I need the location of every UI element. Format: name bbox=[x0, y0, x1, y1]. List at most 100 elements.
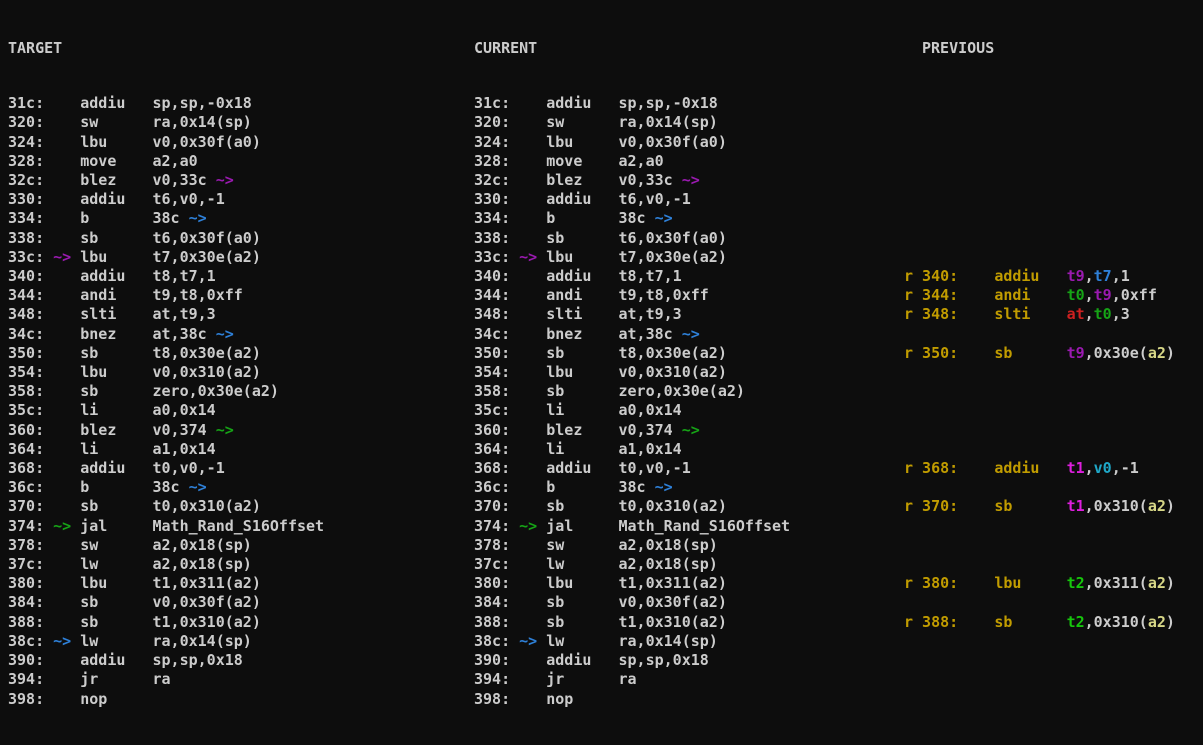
asm-line: 370: sb t0,0x310(a2) bbox=[474, 497, 790, 516]
previous-diff-line bbox=[904, 248, 1175, 267]
spacer bbox=[53, 401, 80, 419]
previous-diff-line bbox=[904, 325, 1175, 344]
address: 368: bbox=[8, 459, 53, 477]
operand-register: a2 bbox=[1148, 497, 1166, 515]
operand-register: t2 bbox=[1067, 613, 1085, 631]
mnemonic: addiu bbox=[80, 190, 152, 208]
asm-line: 388: sb t1,0x310(a2) bbox=[474, 613, 790, 632]
previous-diff-line bbox=[904, 401, 1175, 420]
address: 330: bbox=[8, 190, 53, 208]
address: 388: bbox=[8, 613, 53, 631]
branch-arrow-icon: ~> bbox=[53, 248, 71, 266]
mnemonic: b bbox=[546, 478, 618, 496]
operand: a0,0x14 bbox=[153, 401, 216, 419]
spacer bbox=[519, 229, 546, 247]
address: 370: bbox=[474, 497, 519, 515]
operand: v0,0x30f(a0) bbox=[153, 133, 261, 151]
asm-line: 38c: ~> lw ra,0x14(sp) bbox=[474, 632, 790, 651]
asm-line: 340: addiu t8,t7,1 bbox=[474, 267, 790, 286]
address: 384: bbox=[474, 593, 519, 611]
spacer bbox=[519, 344, 546, 362]
address: 370: bbox=[8, 497, 53, 515]
address: 368: bbox=[474, 459, 519, 477]
spacer bbox=[71, 632, 80, 650]
asm-line: 358: sb zero,0x30e(a2) bbox=[8, 382, 324, 401]
mnemonic: bnez bbox=[80, 325, 152, 343]
mnemonic: sw bbox=[546, 536, 618, 554]
spacer bbox=[53, 613, 80, 631]
asm-line: 364: li a1,0x14 bbox=[474, 440, 790, 459]
operand-register: a2 bbox=[1148, 344, 1166, 362]
previous-diff-line bbox=[904, 229, 1175, 248]
operand: a0,0x14 bbox=[619, 401, 682, 419]
mnemonic: nop bbox=[80, 690, 152, 708]
asm-line: 384: sb v0,0x30f(a2) bbox=[8, 593, 324, 612]
asm-line: 330: addiu t6,v0,-1 bbox=[8, 190, 324, 209]
mnemonic: nop bbox=[546, 690, 618, 708]
operand: at,38c bbox=[153, 325, 216, 343]
spacer bbox=[53, 459, 80, 477]
asm-line: 33c: ~> lbu t7,0x30e(a2) bbox=[8, 248, 324, 267]
mnemonic: lbu bbox=[546, 574, 618, 592]
operand-register: t9 bbox=[1094, 286, 1112, 304]
mnemonic: lw bbox=[80, 632, 152, 650]
operand: ,3 bbox=[1112, 305, 1130, 323]
asm-line: 350: sb t8,0x30e(a2) bbox=[8, 344, 324, 363]
previous-diff-line bbox=[904, 517, 1175, 536]
previous-diff-line bbox=[904, 478, 1175, 497]
address: 33c: bbox=[8, 248, 53, 266]
mnemonic: slti bbox=[994, 305, 1066, 323]
address: 380: bbox=[8, 574, 53, 592]
previous-diff-line bbox=[904, 670, 1175, 689]
mnemonic: sb bbox=[546, 344, 618, 362]
operand-register: t0 bbox=[1067, 286, 1085, 304]
asm-line: 36c: b 38c ~> bbox=[474, 478, 790, 497]
address: 354: bbox=[474, 363, 519, 381]
previous-diff-line bbox=[904, 94, 1175, 113]
previous-column: PREVIOUS r 340: addiu t9,t7,1r 344: andi… bbox=[904, 3, 1175, 745]
operand: ) bbox=[1166, 497, 1175, 515]
operand: 38c bbox=[153, 209, 189, 227]
mnemonic: slti bbox=[80, 305, 152, 323]
address: 360: bbox=[474, 421, 519, 439]
operand: ,0x311( bbox=[1085, 574, 1148, 592]
spacer bbox=[537, 248, 546, 266]
mnemonic: sw bbox=[546, 113, 618, 131]
operand: 38c bbox=[619, 209, 655, 227]
target-column: TARGET 31c: addiu sp,sp,-0x18320: sw ra,… bbox=[8, 3, 324, 745]
mnemonic: sb bbox=[546, 593, 618, 611]
operand: v0,374 bbox=[153, 421, 216, 439]
operand: t6,v0,-1 bbox=[153, 190, 225, 208]
mnemonic: jal bbox=[546, 517, 618, 535]
operand: v0,374 bbox=[619, 421, 682, 439]
spacer bbox=[519, 171, 546, 189]
operand: t6,0x30f(a0) bbox=[619, 229, 727, 247]
operand: a2,0x18(sp) bbox=[153, 536, 252, 554]
asm-line: 344: andi t9,t8,0xff bbox=[474, 286, 790, 305]
address: 38c: bbox=[474, 632, 519, 650]
spacer bbox=[519, 574, 546, 592]
previous-diff-line bbox=[904, 209, 1175, 228]
address: 320: bbox=[8, 113, 53, 131]
operand: ) bbox=[1166, 344, 1175, 362]
asm-line: 31c: addiu sp,sp,-0x18 bbox=[8, 94, 324, 113]
branch-arrow-icon: ~> bbox=[519, 248, 537, 266]
spacer bbox=[519, 267, 546, 285]
address: 384: bbox=[8, 593, 53, 611]
mnemonic: sb bbox=[80, 229, 152, 247]
spacer bbox=[519, 363, 546, 381]
address: 354: bbox=[8, 363, 53, 381]
branch-arrow-icon: ~> bbox=[189, 478, 207, 496]
mnemonic: addiu bbox=[80, 459, 152, 477]
branch-arrow-icon: ~> bbox=[519, 517, 537, 535]
spacer bbox=[53, 382, 80, 400]
asm-line: 36c: b 38c ~> bbox=[8, 478, 324, 497]
branch-arrow-icon: ~> bbox=[216, 171, 234, 189]
operand-register: t2 bbox=[1067, 574, 1085, 592]
address: 328: bbox=[8, 152, 53, 170]
diff-line-label: r 348: bbox=[904, 305, 994, 323]
address: 32c: bbox=[8, 171, 53, 189]
spacer bbox=[53, 190, 80, 208]
asm-line: 368: addiu t0,v0,-1 bbox=[474, 459, 790, 478]
operand: t9,t8,0xff bbox=[153, 286, 243, 304]
